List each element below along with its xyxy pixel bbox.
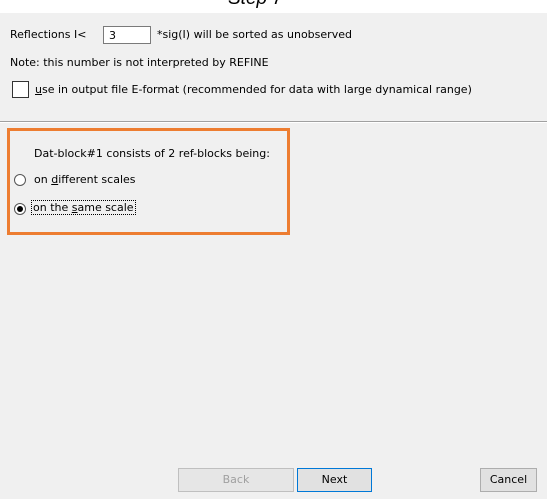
radio-label-post: ame scale: [77, 201, 134, 214]
section-divider-highlight: [0, 122, 547, 123]
note-text: Note: this number is not interpreted by …: [10, 56, 269, 69]
radio-label-pre: on: [34, 173, 52, 186]
radio-same-scale-label[interactable]: on the same scale: [31, 200, 136, 215]
radio-same-scale[interactable]: [14, 203, 26, 215]
radio-different-scales[interactable]: [14, 174, 26, 186]
eformat-checkbox[interactable]: [12, 81, 29, 98]
eformat-label-accel: u: [35, 83, 42, 96]
back-button[interactable]: Back: [178, 468, 294, 492]
radio-selected-dot: [17, 206, 23, 212]
sigma-threshold-input[interactable]: [103, 26, 151, 44]
scale-group-heading: Dat-block#1 consists of 2 ref-blocks bei…: [34, 147, 270, 160]
dialog-panel: Reflections I< *sig(I) will be sorted as…: [0, 13, 547, 499]
radio-label-pre: on the: [33, 201, 72, 214]
sigma-suffix-label: *sig(I) will be sorted as unobserved: [157, 28, 352, 41]
eformat-label-rest: se in output file E-format (recommended …: [41, 83, 472, 96]
cancel-button[interactable]: Cancel: [480, 468, 537, 492]
step-title: Step 7: [228, 0, 283, 10]
sigma-prefix-label: Reflections I<: [10, 28, 87, 41]
next-button[interactable]: Next: [297, 468, 372, 492]
radio-label-post: ifferent scales: [58, 173, 136, 186]
eformat-label[interactable]: use in output file E-format (recommended…: [35, 83, 472, 96]
radio-different-scales-label[interactable]: on different scales: [34, 173, 136, 186]
